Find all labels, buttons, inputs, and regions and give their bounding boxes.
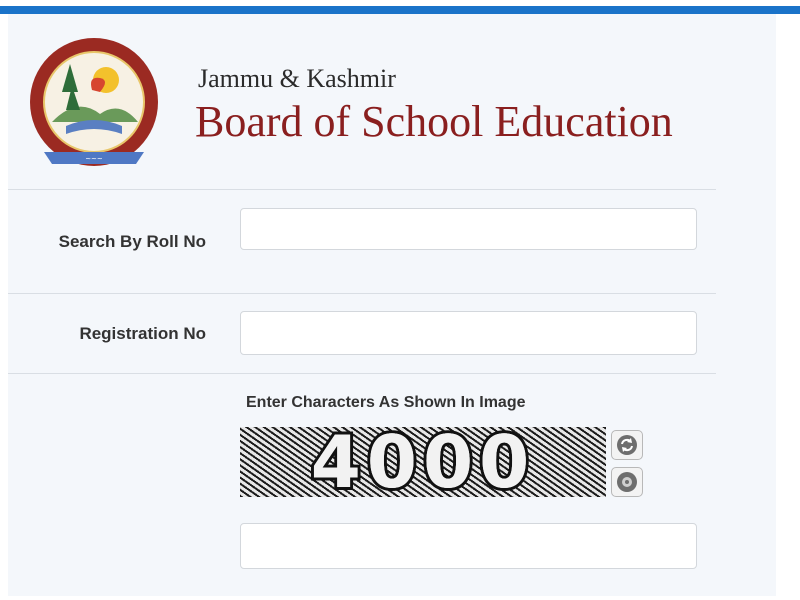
captcha-refresh-button[interactable]: [611, 430, 643, 460]
registration-no-input[interactable]: [240, 311, 697, 355]
page-title: Board of School Education: [195, 97, 673, 146]
roll-no-label: Search By Roll No: [58, 232, 206, 251]
captcha-audio-button[interactable]: [611, 467, 643, 497]
refresh-icon: [617, 435, 637, 455]
board-logo-icon: ~~~: [30, 38, 158, 166]
page-margin: [776, 14, 800, 596]
captcha-instruction: Enter Characters As Shown In Image: [246, 394, 526, 411]
svg-text:~~~: ~~~: [85, 155, 103, 163]
captcha-characters: 4000: [308, 427, 536, 497]
registration-no-label: Registration No: [79, 324, 206, 343]
roll-no-input[interactable]: [240, 208, 697, 250]
audio-icon: [617, 472, 637, 492]
top-accent-bar: [0, 6, 800, 14]
row-divider: [8, 293, 716, 294]
captcha-input[interactable]: [240, 523, 697, 569]
captcha-image: 4000: [240, 427, 606, 497]
header-subtitle: Jammu & Kashmir: [198, 64, 396, 93]
header-divider: [8, 189, 716, 190]
row-divider: [8, 373, 716, 374]
